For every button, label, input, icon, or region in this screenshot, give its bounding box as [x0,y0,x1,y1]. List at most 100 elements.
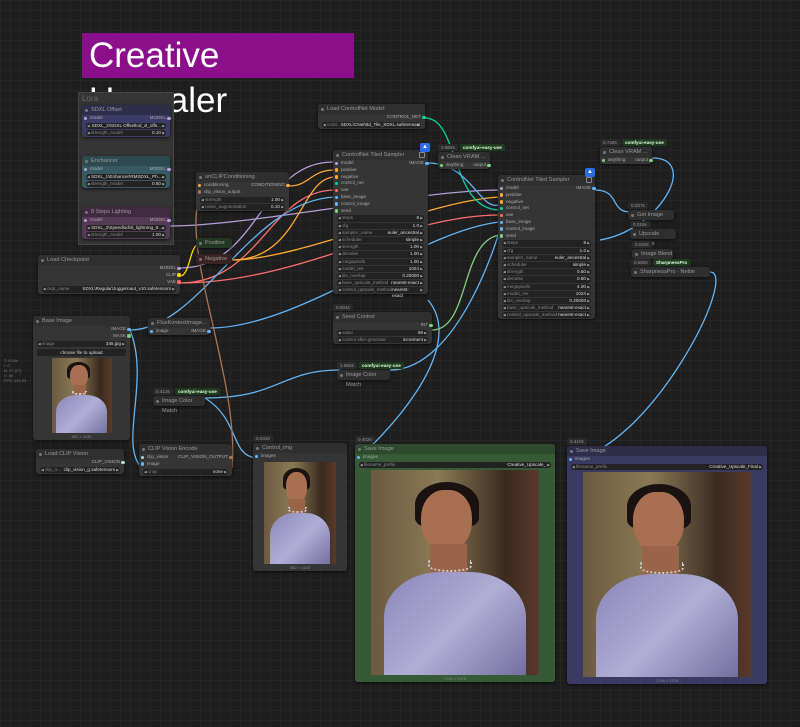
output-dot[interactable] [127,327,131,332]
widget-cfg[interactable]: cfg 1.0 [337,222,424,229]
output-dot[interactable] [177,273,181,277]
node-title[interactable]: SDXL Offset [82,105,170,115]
node-control-img[interactable]: 0.043s Control_img images 852 × 1130 [253,435,347,571]
input-dot[interactable] [84,167,88,172]
output-dot[interactable] [487,163,491,168]
widget-steps[interactable]: steps 8 [337,215,424,222]
widget-ckpt-name[interactable]: ckpt_name SDXL\Regular\Juggernaut_v10.saf… [42,286,176,293]
node-flux[interactable]: FluxKontextImage... image IMAGE [148,318,211,335]
output-slot[interactable]: MODEL [150,115,171,122]
widget-denoise[interactable]: denoise 1.00 [337,251,424,258]
input-slot[interactable]: control_image [335,201,370,208]
input-dot[interactable] [335,195,339,200]
input-slot[interactable]: positive [335,167,357,174]
input-slot[interactable]: images [569,456,590,463]
output-slot[interactable]: CONDITIONING [251,182,290,189]
node-title[interactable]: FluxKontextImage... [148,318,210,328]
widget-filename-prefix[interactable]: filename_prefix Creative_Upscale_ [359,461,551,468]
input-slot[interactable]: anything [602,157,625,164]
output-dot[interactable] [649,158,653,163]
node-controlnet-loader[interactable]: Load ControlNet ModelCONTROL_NETcontr...… [318,104,426,129]
node-save1[interactable]: 0.402sSave Imageimagesfilename_prefix Cre… [355,436,555,682]
input-dot[interactable] [198,190,202,194]
node-title[interactable]: Save Image [567,446,767,456]
output-dot[interactable] [425,161,429,166]
widget-tile-overlap[interactable]: tile_overlap 0.20000 [337,272,424,279]
widget-steps[interactable]: steps 8 [502,240,591,247]
input-dot[interactable] [357,455,361,460]
input-slot[interactable]: vae [335,187,348,194]
node-title[interactable]: CLIP Vision Encode [139,444,232,454]
input-dot[interactable] [141,462,145,466]
node-title[interactable]: SharpnessPro · Nettie [631,267,710,277]
node-unclip[interactable]: unCLIPConditioning conditioning CONDITIONI… [196,172,290,211]
output-dot[interactable] [422,115,426,120]
node-clipvision[interactable]: Load CLIP VisionCLIP_VISIONclip_n...clip… [36,449,125,474]
input-dot[interactable] [500,213,504,218]
input-dot[interactable] [500,220,504,225]
output-slot[interactable]: output [635,157,653,164]
input-slot[interactable]: clip_vision_output [198,189,241,196]
input-slot[interactable]: conditioning [198,182,229,189]
fullscreen-icon[interactable] [419,152,425,158]
input-dot[interactable] [335,209,339,213]
output-dot[interactable] [229,455,233,460]
node-tiled2[interactable]: ControlNet Tiled Sampler model IMAGE positi… [498,175,596,320]
widget-base-upscale-method[interactable]: base_upscale_methodnearest-exact [337,280,424,286]
input-slot[interactable]: negative [500,199,523,206]
widget-crop[interactable]: crop none [143,468,228,475]
input-slot[interactable]: vae [500,212,513,219]
input-slot[interactable]: images [357,454,378,461]
input-slot[interactable]: base_image [335,194,366,201]
input-dot[interactable] [335,161,339,166]
input-slot[interactable]: seed [335,208,351,215]
input-dot[interactable] [500,207,504,211]
node-title[interactable]: Load Checkpoint [38,255,180,265]
widget-value[interactable]: SDXL_2\Speedlod\sl_lightning_8... [86,224,166,231]
input-slot[interactable]: images [255,453,276,460]
upload-button[interactable]: choose file to upload [37,348,126,356]
node-lighting[interactable]: 8 Steps Lightingmodel MODELSDXL_2\Speedlo… [82,207,171,240]
input-dot[interactable] [335,168,339,172]
node-clipencode[interactable]: CLIP Vision Encode clip_vision CLIP_VISION… [139,444,233,476]
node-enchancer[interactable]: Enchancermodel MODELSDXL_1\Enhancer\RMSDX… [82,156,171,189]
node-colormatch1[interactable]: 0.413s comfyui-easy-use Image Color Match [153,388,220,414]
node-title[interactable]: Load ControlNet Model [318,104,425,114]
output-dot[interactable] [177,266,181,271]
node-title[interactable]: Seed Control [333,312,432,322]
widget-strength-model[interactable]: strength_model 1.00 [86,231,166,238]
output-dot[interactable] [207,329,211,334]
input-dot[interactable] [335,175,339,179]
widget-control-after-generate[interactable]: control after generate increment [337,336,428,343]
input-slot[interactable]: model [84,166,103,173]
output-slot[interactable]: MODEL [150,217,171,224]
node-title[interactable]: Upscale Image [630,229,676,247]
output-slot[interactable]: INT [421,322,433,329]
input-slot[interactable]: model [84,217,103,224]
input-slot[interactable]: model [500,185,519,192]
input-dot[interactable] [500,200,504,204]
widget-base-upscale-method[interactable]: base_upscale_methodnearest-exact [502,305,591,311]
output-dot[interactable] [167,167,171,172]
input-dot[interactable] [569,457,573,462]
node-clean2[interactable]: 0.728s comfyui-easy-use Clean VRAM ... anyt… [600,139,667,164]
node-checkpoint[interactable]: Load CheckpointMODELCLIPVAE ckpt_name SDXL… [38,255,181,294]
input-dot[interactable] [150,329,154,334]
widget-clip-n-[interactable]: clip_n...clip_vision_g.safetensors [40,466,120,473]
output-slot[interactable]: IMAGE [111,326,131,333]
input-slot[interactable]: control_net [335,180,364,187]
input-dot[interactable] [335,188,339,193]
node-title[interactable]: ControlNet Tiled Sampler [333,150,428,160]
output-slot[interactable]: IMAGE [576,185,596,192]
queue-node-button[interactable]: ▲ [585,168,595,177]
widget-model-res[interactable]: model_res 1024 [502,290,591,297]
input-dot[interactable] [84,116,88,121]
input-slot[interactable]: model [84,115,103,122]
node-negative[interactable]: Negative [196,254,232,264]
input-dot[interactable] [440,163,444,168]
node-getsize[interactable]: 0.037sGet Image Size [628,202,674,228]
node-title[interactable]: Load CLIP Vision [36,449,124,459]
widget-image[interactable]: image 345.jpg [37,340,126,347]
input-slot[interactable]: clip_vision [141,454,168,461]
output-slot[interactable]: MASK [113,333,131,340]
